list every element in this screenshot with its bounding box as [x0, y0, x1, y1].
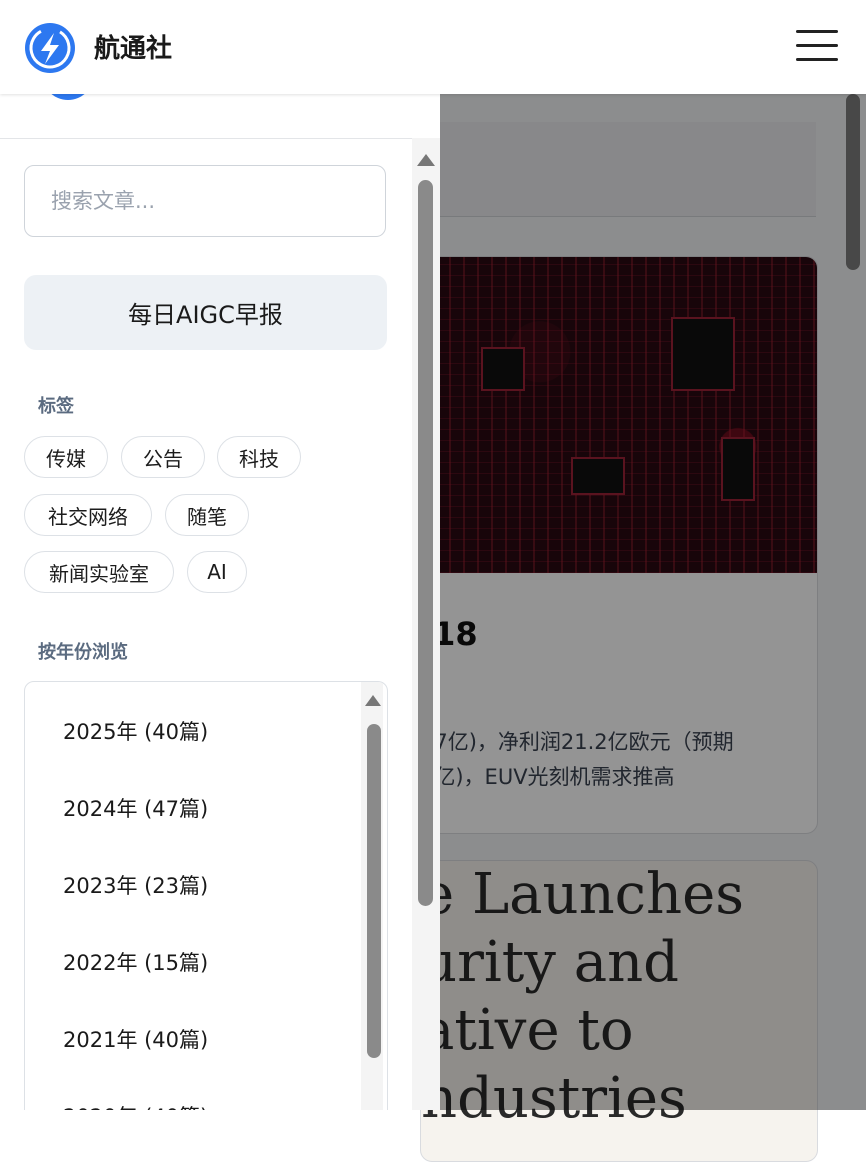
- tag-chip[interactable]: 传媒: [24, 436, 108, 478]
- year-link[interactable]: 2021年 (40篇): [63, 1024, 208, 1054]
- year-archive-list: 2025年 (40篇) 2024年 (47篇) 2023年 (23篇) 2022…: [24, 681, 388, 1110]
- year-list-scroll-thumb[interactable]: [367, 724, 381, 1058]
- year-link[interactable]: 2025年 (40篇): [63, 716, 208, 746]
- hamburger-menu-icon[interactable]: [796, 30, 838, 64]
- drawer-scroll-thumb[interactable]: [418, 180, 433, 906]
- tag-chip[interactable]: 随笔: [165, 494, 249, 536]
- lightning-logo-icon[interactable]: [24, 22, 76, 74]
- years-section-title: 按年份浏览: [38, 642, 128, 663]
- scroll-up-arrow-icon[interactable]: [365, 695, 381, 706]
- year-link[interactable]: 2022年 (15篇): [63, 947, 208, 977]
- side-drawer: 每日AIGC早报 标签 传媒 公告 科技 社交网络 随笔 新闻实验室 AI 按年…: [0, 94, 440, 1110]
- avatar: [42, 94, 94, 100]
- top-header: 航通社: [0, 0, 866, 94]
- divider: [0, 138, 440, 139]
- tag-chip[interactable]: 科技: [217, 436, 301, 478]
- tags-section-title: 标签: [38, 396, 74, 417]
- daily-aigc-button[interactable]: 每日AIGC早报: [24, 275, 387, 350]
- tag-chip[interactable]: 公告: [121, 436, 205, 478]
- year-link[interactable]: 2023年 (23篇): [63, 870, 208, 900]
- site-brand-name[interactable]: 航通社: [94, 28, 172, 65]
- year-link[interactable]: 2024年 (47篇): [63, 793, 208, 823]
- tag-chip[interactable]: 新闻实验室: [24, 551, 174, 593]
- search-input[interactable]: [24, 165, 386, 237]
- tag-chip[interactable]: 社交网络: [24, 494, 152, 536]
- tag-chip[interactable]: AI: [187, 551, 247, 593]
- year-link[interactable]: 2020年 (40篇): [63, 1101, 208, 1110]
- scroll-up-arrow-icon[interactable]: [417, 154, 435, 166]
